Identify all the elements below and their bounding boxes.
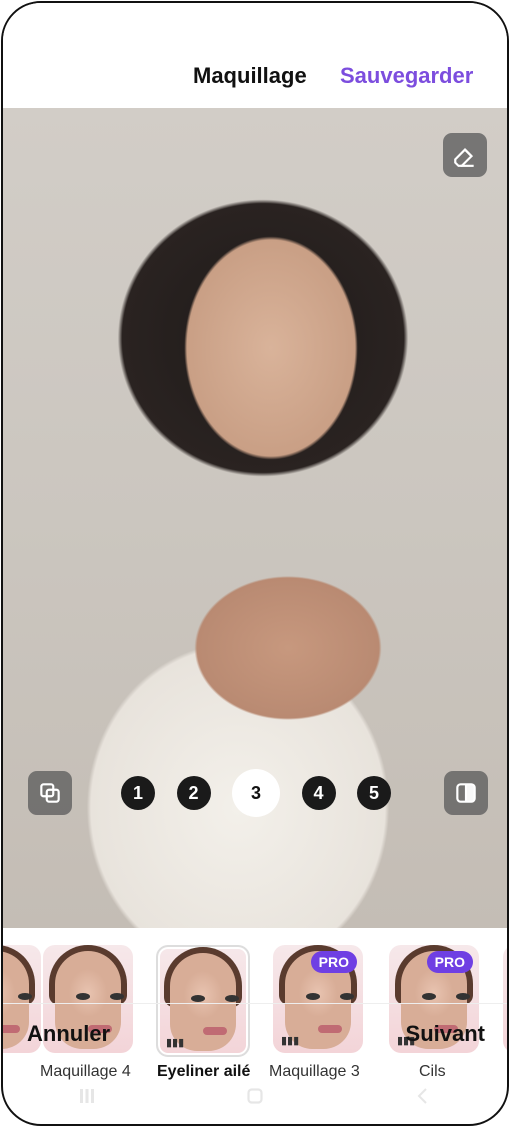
model-lips [3, 1025, 20, 1033]
signal-icon: ▮▮▮ [166, 1037, 185, 1049]
style-card-maquillage-3[interactable]: PRO ▮▮▮ [273, 945, 363, 1053]
back-button[interactable] [401, 1074, 445, 1118]
step-5[interactable]: 5 [357, 776, 391, 810]
header-bar: Maquillage Sauvegarder [3, 3, 507, 108]
model-lips [318, 1025, 342, 1033]
step-1[interactable]: 1 [121, 776, 155, 810]
model-eyes [422, 993, 470, 1001]
layers-button[interactable] [28, 771, 72, 815]
model-eyes [3, 993, 32, 1001]
page-title: Maquillage [193, 63, 307, 88]
model-lips [203, 1027, 227, 1035]
next-button[interactable]: Suivant [406, 1021, 485, 1047]
layers-icon [40, 783, 60, 803]
signal-icon: ▮▮▮ [281, 1035, 300, 1047]
step-3[interactable]: 3 [232, 769, 280, 817]
model-eyes [306, 993, 354, 1001]
phone-frame: Maquillage Sauvegarder 1 2 3 4 5 Maquill… [1, 1, 509, 1126]
model-eyes [76, 993, 124, 1001]
pro-badge: PRO [310, 951, 357, 973]
step-4[interactable]: 4 [301, 776, 336, 810]
compare-button[interactable] [444, 771, 488, 815]
eraser-button[interactable] [443, 133, 487, 177]
back-icon [417, 1087, 427, 1104]
cancel-button[interactable]: Annuler [27, 1021, 110, 1047]
style-card-eyeliner-aile[interactable]: ▮▮▮ [156, 945, 250, 1057]
eraser-icon [454, 148, 474, 167]
partial-card-right[interactable] [503, 945, 507, 1053]
model-eyes [191, 995, 239, 1003]
recent-apps-button[interactable] [65, 1074, 109, 1118]
home-button[interactable] [233, 1074, 277, 1118]
home-icon [247, 1087, 263, 1104]
pro-badge: PRO [426, 951, 473, 973]
photo-preview[interactable]: 1 2 3 4 5 Maquillage 4 ▮▮▮ Eyeliner ailé… [3, 108, 507, 1080]
save-button[interactable]: Sauvegarder [340, 63, 473, 89]
recent-apps-icon [80, 1088, 94, 1103]
footer-divider [3, 1003, 507, 1004]
system-nav-bar [3, 1063, 507, 1124]
compare-icon [456, 783, 476, 803]
step-2[interactable]: 2 [176, 776, 211, 810]
step-selector: 1 2 3 4 5 [121, 766, 391, 820]
